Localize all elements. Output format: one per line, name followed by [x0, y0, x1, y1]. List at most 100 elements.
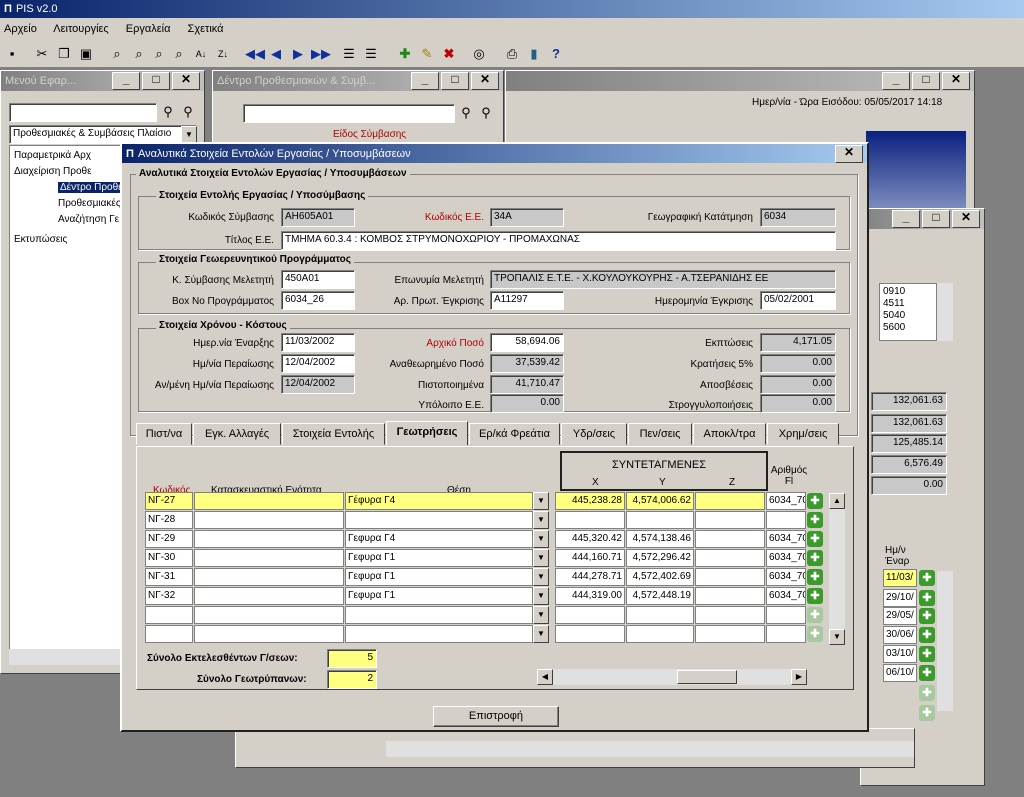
grid-cell-z[interactable]: [695, 530, 765, 548]
tab-geotriseis[interactable]: Γεωτρήσεις: [386, 421, 468, 445]
grid-cell-x[interactable]: 444,319.00: [555, 587, 625, 605]
tab-egkekrimenes-allages[interactable]: Εγκ. Αλλαγές: [193, 423, 281, 445]
row-action-icon[interactable]: ✚: [919, 590, 935, 606]
grid-cell-x[interactable]: [555, 606, 625, 624]
horizontal-scrollbar[interactable]: [386, 741, 914, 757]
approval-date-field[interactable]: 05/02/2001: [760, 291, 836, 310]
help-icon[interactable]: ?: [547, 45, 565, 63]
grid-cell-kodikos[interactable]: ΝΓ-32: [145, 587, 193, 605]
tree-item-diaxeirisi[interactable]: Διαχείριση Προθε: [14, 166, 92, 177]
outdent-icon[interactable]: ☰: [362, 45, 380, 63]
tab-pistopoiitika[interactable]: Πιστ/να: [136, 423, 192, 445]
date-cell[interactable]: 29/05/: [883, 607, 917, 625]
grid-cell-ar[interactable]: 6034_70: [766, 587, 806, 605]
grid-cell-y[interactable]: 4,572,402.69: [626, 568, 694, 586]
grid-cell-y[interactable]: [626, 606, 694, 624]
grid-cell-z[interactable]: [695, 625, 765, 643]
grid-cell-ar[interactable]: 6034_70: [766, 568, 806, 586]
back-button[interactable]: Επιστροφή: [433, 706, 559, 727]
row-action-icon[interactable]: ✚: [807, 512, 823, 528]
row-action-icon[interactable]: ✚: [919, 570, 935, 586]
grid-cell-x[interactable]: 444,278.71: [555, 568, 625, 586]
minimize-icon[interactable]: _: [411, 72, 439, 90]
maximize-icon[interactable]: □: [922, 210, 950, 228]
chevron-down-icon[interactable]: ▼: [533, 549, 549, 567]
date-cell[interactable]: 06/10/: [883, 664, 917, 682]
grid-cell-kodikos[interactable]: ΝΓ-31: [145, 568, 193, 586]
search2-icon[interactable]: ⌕: [130, 45, 148, 63]
row-action-icon[interactable]: ✚: [807, 626, 823, 642]
protocol-field[interactable]: Α11297: [490, 291, 564, 310]
date-cell[interactable]: 03/10/: [883, 645, 917, 663]
row-action-icon[interactable]: ✚: [919, 705, 935, 721]
grid-cell-thesi[interactable]: [345, 625, 533, 643]
row-action-icon[interactable]: ✚: [807, 569, 823, 585]
close-icon[interactable]: ✕: [835, 144, 863, 163]
chevron-down-icon[interactable]: ▼: [533, 530, 549, 548]
grid-cell-ar[interactable]: [766, 606, 806, 624]
grid-cell-ar[interactable]: 6034_70: [766, 549, 806, 567]
menu-about[interactable]: Σχετικά: [188, 23, 224, 35]
close-icon[interactable]: ✕: [172, 72, 200, 90]
grid-cell-kodikos[interactable]: ΝΓ-28: [145, 511, 193, 529]
paste-icon[interactable]: ▣: [77, 45, 95, 63]
save-icon[interactable]: ▪: [3, 45, 21, 63]
grid-cell-y[interactable]: 4,572,296.42: [626, 549, 694, 567]
tab-erevnitika-freatia[interactable]: Ερ/κά Φρεάτια: [469, 423, 560, 445]
list-item[interactable]: 5040: [883, 310, 933, 322]
grid-cell-kat[interactable]: [194, 511, 344, 529]
grid-cell-thesi[interactable]: [345, 606, 533, 624]
grid-horizontal-scrollbar[interactable]: [537, 669, 807, 685]
close-icon[interactable]: ✕: [952, 210, 980, 228]
tree-item-prothesmiakes[interactable]: Προθεσμιακές: [58, 198, 121, 209]
menu-search-input[interactable]: [9, 103, 157, 122]
prev-icon[interactable]: ◀: [267, 45, 285, 63]
row-action-icon[interactable]: ✚: [919, 627, 935, 643]
grid-cell-z[interactable]: [695, 492, 765, 510]
grid-cell-thesi[interactable]: Γεφυρα Γ1: [345, 549, 533, 567]
chevron-down-icon[interactable]: ▼: [533, 606, 549, 624]
box-no-field[interactable]: 6034_26: [281, 291, 355, 310]
tab-apokleistra[interactable]: Αποκλ/τρα: [693, 423, 766, 445]
maximize-icon[interactable]: □: [142, 72, 170, 90]
tab-xrimatodotiseis[interactable]: Χρημ/σεις: [767, 423, 839, 445]
minimize-icon[interactable]: _: [112, 72, 140, 90]
grid-cell-z[interactable]: [695, 549, 765, 567]
grid-cell-ar[interactable]: [766, 625, 806, 643]
grid-cell-kodikos[interactable]: [145, 625, 193, 643]
grid-cell-z[interactable]: [695, 511, 765, 529]
grid-cell-y[interactable]: 4,572,448.19: [626, 587, 694, 605]
grid-cell-z[interactable]: [695, 606, 765, 624]
grid-cell-x[interactable]: 445,238.28: [555, 492, 625, 510]
researcher-contract-field[interactable]: 450Α01: [281, 270, 355, 289]
tab-penetromeriseis[interactable]: Πεν/σεις: [628, 423, 692, 445]
filter-icon[interactable]: ⚲: [457, 104, 475, 122]
scroll-right-icon[interactable]: ▶: [791, 669, 807, 685]
exit-icon[interactable]: ▮: [525, 45, 543, 63]
list-item[interactable]: 0910: [883, 286, 933, 298]
scroll-thumb[interactable]: [677, 670, 737, 684]
row-action-icon[interactable]: ✚: [807, 607, 823, 623]
date-cell[interactable]: 29/10/: [883, 589, 917, 607]
edit-icon[interactable]: ✎: [418, 45, 436, 63]
copy-icon[interactable]: ❐: [55, 45, 73, 63]
grid-cell-ar[interactable]: 6034_70: [766, 492, 806, 510]
menu-file[interactable]: Αρχείο: [4, 23, 37, 35]
grid-cell-kodikos[interactable]: ΝΓ-27: [145, 492, 193, 510]
tab-stoixeia-entolis[interactable]: Στοιχεία Εντολής: [282, 423, 385, 445]
scroll-down-icon[interactable]: ▼: [829, 629, 845, 645]
tree-item-anazitisi[interactable]: Αναζήτηση Γε: [58, 214, 119, 225]
chevron-down-icon[interactable]: ▼: [533, 625, 549, 643]
grid-cell-x[interactable]: [555, 625, 625, 643]
filter-icon[interactable]: ⚲: [159, 103, 177, 121]
grid-cell-z[interactable]: [695, 587, 765, 605]
row-action-icon[interactable]: ✚: [807, 588, 823, 604]
code-list[interactable]: 0910 4511 5040 5600: [879, 283, 937, 341]
grid-cell-thesi[interactable]: [345, 511, 533, 529]
grid-cell-kat[interactable]: [194, 606, 344, 624]
row-action-icon[interactable]: ✚: [919, 646, 935, 662]
add-icon[interactable]: ✚: [396, 45, 414, 63]
title-field[interactable]: ΤΜΗΜΑ 60.3.4 : ΚΟΜΒΟΣ ΣΤΡΥΜΟΝΟΧΩΡΙΟΥ - Π…: [281, 231, 836, 250]
grid-cell-kat[interactable]: [194, 492, 344, 510]
grid-cell-kodikos[interactable]: [145, 606, 193, 624]
